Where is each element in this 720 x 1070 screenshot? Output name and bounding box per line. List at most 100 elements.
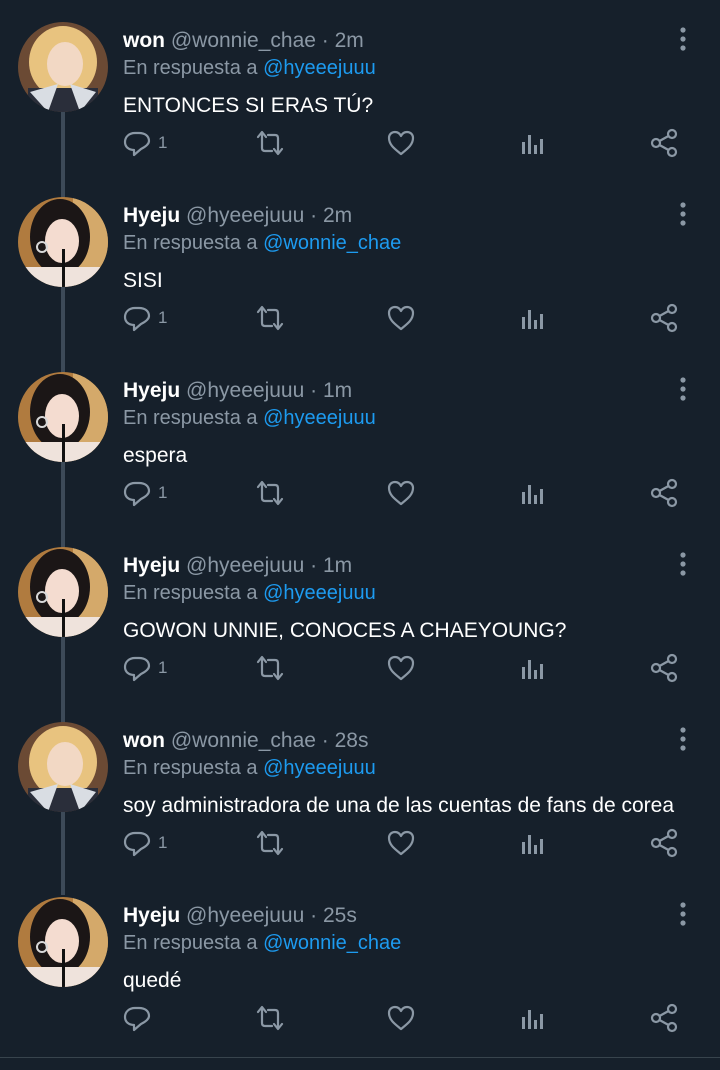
display-name[interactable]: Hyeju [123,554,180,577]
separator: · [321,29,329,52]
timestamp[interactable]: 1m [323,554,352,577]
heart-icon [387,130,415,156]
display-name[interactable]: Hyeju [123,379,180,402]
analytics-button[interactable] [518,128,546,158]
tweet-header: Hyeju @hyeeejuuu · 25s [123,904,357,928]
analytics-icon [522,485,543,504]
share-button[interactable] [650,653,678,683]
tweet-header: Hyeju @hyeeejuuu · 2m [123,204,352,228]
avatar[interactable] [18,197,108,287]
avatar[interactable] [18,372,108,462]
more-vertical-icon[interactable] [670,551,696,579]
display-name[interactable]: won [123,729,165,752]
reply-icon [123,1006,151,1032]
retweet-button[interactable] [254,128,286,158]
more-vertical-icon[interactable] [670,26,696,54]
display-name[interactable]: Hyeju [123,204,180,227]
avatar[interactable] [18,722,108,812]
retweet-button[interactable] [254,653,286,683]
reply-count: 1 [158,308,168,327]
reply-context: En respuesta a @hyeeejuuu [123,581,376,605]
retweet-icon [256,480,284,506]
more-vertical-icon[interactable] [670,726,696,754]
reply-button[interactable]: 1 [122,128,167,158]
separator: · [310,379,318,402]
retweet-button[interactable] [254,828,286,858]
display-name[interactable]: Hyeju [123,904,180,927]
avatar[interactable] [18,897,108,987]
handle[interactable]: @hyeeejuuu [186,204,304,227]
display-name[interactable]: won [123,29,165,52]
tweet[interactable]: won @wonnie_chae · 28s En respuesta a @h… [0,700,720,875]
share-button[interactable] [650,303,678,333]
analytics-button[interactable] [518,653,546,683]
reply-button[interactable] [122,1003,158,1033]
analytics-icon [522,310,543,329]
timestamp[interactable]: 28s [335,729,369,752]
more-vertical-icon[interactable] [670,201,696,229]
reply-prefix: En respuesta a [123,232,258,254]
like-button[interactable] [386,653,416,683]
share-button[interactable] [650,128,678,158]
analytics-button[interactable] [518,1003,546,1033]
like-button[interactable] [386,1003,416,1033]
share-button[interactable] [650,478,678,508]
retweet-button[interactable] [254,1003,286,1033]
reply-button[interactable]: 1 [122,478,167,508]
more-vertical-icon[interactable] [670,376,696,404]
handle[interactable]: @hyeeejuuu [186,554,304,577]
analytics-button[interactable] [518,828,546,858]
separator: · [321,729,329,752]
like-button[interactable] [386,478,416,508]
heart-icon [387,480,415,506]
retweet-button[interactable] [254,478,286,508]
tweet[interactable]: Hyeju @hyeeejuuu · 1m En respuesta a @hy… [0,525,720,700]
timestamp[interactable]: 25s [323,904,357,927]
reply-prefix: En respuesta a [123,932,258,954]
reply-icon [123,131,151,157]
avatar[interactable] [18,547,108,637]
timestamp[interactable]: 2m [323,204,352,227]
reply-mention[interactable]: @wonnie_chae [263,232,401,254]
share-button[interactable] [650,1003,678,1033]
retweet-icon [256,305,284,331]
tweet[interactable]: Hyeju @hyeeejuuu · 1m En respuesta a @hy… [0,350,720,525]
more-vertical-icon[interactable] [670,901,696,929]
tweet-text: SISI [123,269,163,292]
tweet[interactable]: Hyeju @hyeeejuuu · 25s En respuesta a @w… [0,875,720,1050]
retweet-button[interactable] [254,303,286,333]
handle[interactable]: @wonnie_chae [171,729,316,752]
tweet[interactable]: won @wonnie_chae · 2m En respuesta a @hy… [0,0,720,175]
analytics-button[interactable] [518,478,546,508]
share-button[interactable] [650,828,678,858]
retweet-icon [256,130,284,156]
reply-button[interactable]: 1 [122,653,167,683]
timestamp[interactable]: 1m [323,379,352,402]
handle[interactable]: @hyeeejuuu [186,904,304,927]
reply-button[interactable]: 1 [122,303,167,333]
divider [0,1057,720,1058]
avatar[interactable] [18,22,108,112]
reply-mention[interactable]: @hyeeejuuu [263,407,376,429]
reply-mention[interactable]: @hyeeejuuu [263,57,376,79]
reply-button[interactable]: 1 [122,828,167,858]
analytics-button[interactable] [518,303,546,333]
tweet[interactable]: Hyeju @hyeeejuuu · 2m En respuesta a @wo… [0,175,720,350]
reply-mention[interactable]: @hyeeejuuu [263,757,376,779]
reply-mention[interactable]: @hyeeejuuu [263,582,376,604]
timestamp[interactable]: 2m [335,29,364,52]
like-button[interactable] [386,828,416,858]
tweet-header: won @wonnie_chae · 28s [123,729,368,753]
like-button[interactable] [386,128,416,158]
heart-icon [387,830,415,856]
share-icon [650,128,678,158]
handle[interactable]: @wonnie_chae [171,29,316,52]
reply-mention[interactable]: @wonnie_chae [263,932,401,954]
tweet-text: quedé [123,969,182,992]
share-icon [650,478,678,508]
like-button[interactable] [386,303,416,333]
analytics-icon [522,135,543,154]
handle[interactable]: @hyeeejuuu [186,379,304,402]
share-icon [650,653,678,683]
reply-count: 1 [158,133,168,152]
